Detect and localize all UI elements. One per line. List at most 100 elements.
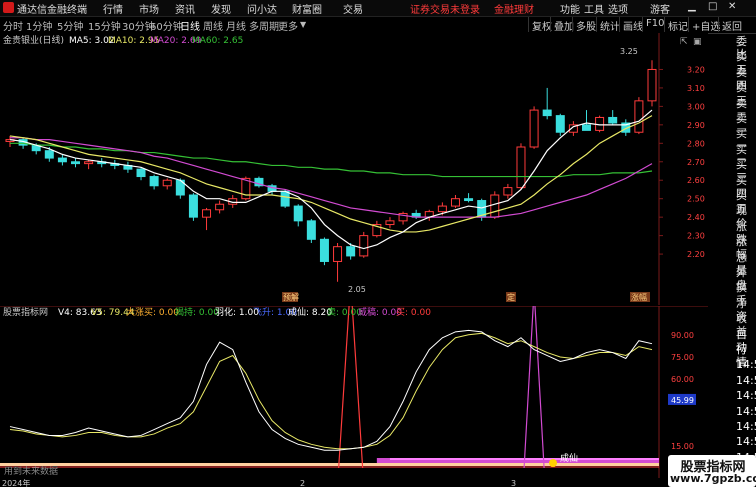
more-dropdown-icon[interactable]: ▼	[300, 20, 306, 29]
candle-down[interactable]	[555, 115, 565, 133]
date-month-3: 3	[511, 479, 516, 487]
price-tick-label: 2.80	[687, 139, 705, 148]
candle-up[interactable]	[359, 235, 369, 257]
sidebar-label: 14:50	[736, 420, 756, 433]
period-15min[interactable]: 15分钟	[88, 18, 121, 33]
sidebar-label: 14:50	[736, 373, 756, 387]
period-daily[interactable]: 日线	[180, 18, 200, 33]
event-label-3: 涨幅	[631, 292, 647, 302]
chart-settings-icon[interactable]: ⇱	[680, 37, 688, 47]
minimize-icon[interactable]: ▁	[688, 1, 696, 12]
period-1min[interactable]: 1分钟	[26, 18, 52, 33]
indicator-chart[interactable]: 90.0075.0060.0045.9915.00 股票指标网 V4: 83.6…	[0, 306, 708, 478]
candle-up[interactable]	[647, 68, 657, 102]
candle-down[interactable]	[346, 246, 356, 257]
menu-gongneng[interactable]: 功能	[560, 1, 580, 16]
jiechi-legend: 揭持: 0.00	[175, 306, 219, 318]
candle-down[interactable]	[581, 124, 591, 131]
candle-down[interactable]	[306, 220, 316, 240]
period-more[interactable]: 更多	[278, 18, 298, 33]
candle-up[interactable]	[450, 198, 460, 207]
smile-icon	[549, 459, 557, 467]
period-fenshi[interactable]: 分时	[3, 18, 23, 33]
btn-fanhui[interactable]: 返回	[718, 17, 745, 33]
sidebar-label: 14:50	[736, 404, 756, 418]
indicator-tick-label: 15.00	[671, 442, 694, 451]
price-tick-label: 2.40	[687, 213, 705, 222]
period-weekly[interactable]: 周线	[203, 18, 223, 33]
candle-down[interactable]	[293, 205, 303, 222]
stock-name: 金贵银业(日线)	[3, 34, 64, 46]
candle-up[interactable]	[437, 205, 447, 213]
candle-down[interactable]	[136, 168, 146, 178]
high-price-label: 3.25	[620, 47, 638, 56]
candle-up[interactable]	[162, 179, 172, 187]
candle-up[interactable]	[202, 209, 212, 218]
menu-wenxiaoda[interactable]: 问小达	[247, 1, 277, 16]
menu-user[interactable]: 游客	[650, 1, 670, 16]
period-monthly[interactable]: 月线	[226, 18, 246, 33]
menu-xuanxiang[interactable]: 选项	[608, 1, 628, 16]
future-data-note: 用到未来数据	[4, 465, 58, 477]
kline-chart[interactable]: 3.20 3.10 3.00 2.90 2.80 2.70 2.60 2.50 2.40 2.30…	[0, 33, 708, 305]
candle-up[interactable]	[333, 246, 343, 262]
candle-down[interactable]	[71, 161, 81, 165]
maximize-icon[interactable]: □	[708, 1, 717, 12]
period-5min[interactable]: 5分钟	[57, 18, 83, 33]
candle-up[interactable]	[516, 146, 526, 189]
candle-up[interactable]	[529, 109, 539, 148]
menu-gongju[interactable]: 工具	[584, 1, 604, 16]
login-warning[interactable]: 证券交易未登录	[410, 1, 480, 16]
sidebar-label: 14:50	[736, 389, 756, 403]
price-tick-label: 2.30	[687, 232, 705, 241]
candle-up[interactable]	[503, 187, 513, 196]
candle-down[interactable]	[188, 194, 198, 218]
price-tick-label: 2.60	[687, 176, 705, 185]
candle-up[interactable]	[215, 203, 225, 211]
menu-shichang[interactable]: 市场	[139, 1, 159, 16]
candle-up[interactable]	[385, 220, 395, 226]
period-multi[interactable]: 多周期	[249, 18, 279, 33]
chengxian-legend: 成仙: 8.20	[288, 306, 332, 318]
candle-down[interactable]	[57, 157, 67, 163]
menu-hangqing[interactable]: 行情	[103, 1, 123, 16]
menu-zixun[interactable]: 资讯	[175, 1, 195, 16]
mai-legend: 卖: 0.00	[327, 307, 362, 318]
candle-down[interactable]	[464, 198, 474, 202]
menu-faxian[interactable]: 发现	[211, 1, 231, 16]
indicator-name: 股票指标网	[3, 306, 48, 318]
price-tick-label: 2.50	[687, 195, 705, 204]
period-60min[interactable]: 60分钟	[150, 18, 183, 33]
close-icon[interactable]: ✕	[728, 1, 736, 12]
date-axis: 2024年 2 3	[0, 478, 708, 487]
menu-jiaoyi[interactable]: 交易	[343, 1, 363, 16]
watermark-url: www.7gpzb.com	[670, 472, 756, 485]
kline-chart-bg	[0, 33, 708, 305]
dazhangmai-legend: 大涨买: 0.00	[126, 306, 179, 318]
candle-down[interactable]	[542, 109, 552, 117]
candle-down[interactable]	[280, 190, 290, 207]
finance-link[interactable]: 金融理财	[494, 1, 534, 16]
event-label-1: 预解	[283, 292, 299, 302]
chart-expand-icon[interactable]: ▣	[693, 37, 702, 47]
date-year: 2024年	[2, 478, 30, 487]
buy-legend: 买: 0.00	[396, 307, 431, 318]
low-price-label: 2.05	[348, 285, 366, 294]
candle-up[interactable]	[634, 100, 644, 133]
candle-up[interactable]	[490, 194, 500, 218]
candle-up[interactable]	[84, 161, 94, 165]
indicator-tick-label: 75.00	[671, 353, 694, 362]
menu-caifuquan[interactable]: 财富圈	[292, 1, 322, 16]
price-tick-label: 3.20	[687, 65, 705, 74]
price-tick-label: 2.70	[687, 158, 705, 167]
candle-down[interactable]	[149, 176, 159, 187]
btn-biaoji[interactable]: 标记	[664, 17, 691, 33]
candle-down[interactable]	[608, 116, 618, 124]
date-month-2: 2	[300, 479, 305, 487]
btn-duogu[interactable]: 多股	[572, 17, 599, 33]
price-tick-label: 3.00	[687, 102, 705, 111]
candle-down[interactable]	[44, 150, 54, 159]
ma60-legend: MA60: 2.65	[192, 36, 243, 46]
candle-down[interactable]	[319, 238, 329, 262]
indicator-tick-label: 45.99	[671, 396, 694, 405]
